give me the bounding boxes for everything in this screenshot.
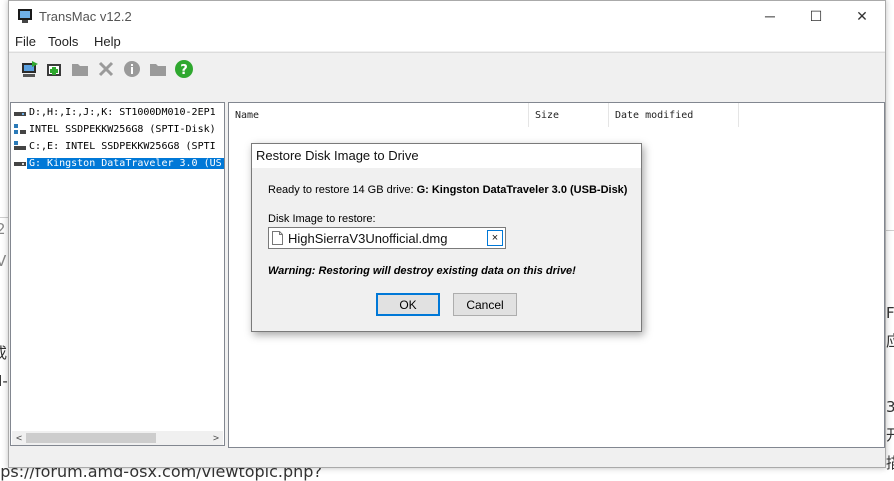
folder-open-icon <box>150 64 166 76</box>
info-button[interactable] <box>121 58 143 80</box>
disk-image-filename: HighSierraV3Unofficial.dmg <box>288 231 448 246</box>
clear-icon: × <box>491 232 499 244</box>
warning-message: Warning: Restoring will destroy existing… <box>268 265 576 277</box>
ready-message: Ready to restore 14 GB drive: G: Kingsto… <box>268 184 627 196</box>
restore-dialog: Restore Disk Image to Drive Ready to res… <box>251 143 642 332</box>
partition-icon <box>14 124 26 134</box>
help-button[interactable]: ? <box>173 58 195 80</box>
maximize-button[interactable]: ☐ <box>793 1 839 31</box>
drive-item-selected[interactable]: G: Kingston DataTraveler 3.0 (US <box>13 155 224 171</box>
menu-tools[interactable]: Tools <box>48 34 78 49</box>
refresh-drives-icon <box>22 61 38 77</box>
drive-item[interactable]: INTEL SSDPEKKW256G8 (SPTI-Disk) <box>13 121 224 137</box>
add-folder-icon <box>47 64 61 76</box>
background-text: 或 <box>0 342 7 363</box>
menu-file[interactable]: File <box>15 34 36 49</box>
maximize-icon: ☐ <box>809 7 823 24</box>
file-icon <box>272 231 283 245</box>
background-text: 2 <box>0 220 6 238</box>
transmac-app-icon <box>18 9 32 23</box>
background-text: F <box>886 304 894 322</box>
delete-button[interactable] <box>95 58 117 80</box>
usb-drive-icon <box>14 162 26 166</box>
scrollbar-thumb[interactable] <box>26 433 156 443</box>
background-divider <box>0 217 8 218</box>
background-divider <box>886 230 894 231</box>
drive-label: D:,H:,I:,J:,K: ST1000DM010-2EP1 <box>29 106 216 118</box>
info-icon <box>124 61 140 77</box>
folder-icon <box>72 64 88 76</box>
drive-tree[interactable]: D:,H:,I:,J:,K: ST1000DM010-2EP1 INTEL SS… <box>10 102 225 446</box>
scroll-right-icon[interactable]: > <box>209 431 223 445</box>
close-button[interactable]: ✕ <box>839 1 885 31</box>
ok-button[interactable]: OK <box>376 293 440 316</box>
title-bar[interactable]: TransMac v12.2 ─ ☐ ✕ <box>9 1 885 31</box>
minimize-button[interactable]: ─ <box>747 1 793 31</box>
drive-item[interactable]: D:,H:,I:,J:,K: ST1000DM010-2EP1 <box>13 104 224 120</box>
menu-bar: File Tools Help <box>9 31 885 51</box>
close-icon: ✕ <box>856 7 868 24</box>
cancel-button[interactable]: Cancel <box>453 293 517 316</box>
background-text: 3 <box>886 398 894 416</box>
drive-label: G: Kingston DataTraveler 3.0 (US <box>27 157 224 169</box>
horizontal-scrollbar[interactable]: < > <box>12 431 223 445</box>
hard-drive-icon <box>14 141 26 150</box>
add-folder-button[interactable] <box>43 58 65 80</box>
disk-image-field[interactable]: HighSierraV3Unofficial.dmg × <box>268 227 506 249</box>
window-title: TransMac v12.2 <box>39 9 132 24</box>
background-text: V <box>0 252 7 270</box>
open-folder-button[interactable] <box>147 58 169 80</box>
delete-icon <box>98 61 114 77</box>
column-header-date-modified[interactable]: Date modified <box>609 103 739 127</box>
drive-item[interactable]: C:,E: INTEL SSDPEKKW256G8 (SPTI <box>13 138 224 154</box>
background-text: I- <box>0 372 8 390</box>
hard-drive-icon <box>14 112 26 116</box>
dialog-title-bar[interactable]: Restore Disk Image to Drive <box>252 144 641 168</box>
ready-drive-name: G: Kingston DataTraveler 3.0 (USB-Disk) <box>416 184 628 196</box>
minimize-icon: ─ <box>765 8 775 24</box>
dialog-title: Restore Disk Image to Drive <box>256 148 419 163</box>
new-folder-button[interactable] <box>69 58 91 80</box>
refresh-drives-button[interactable] <box>19 58 41 80</box>
column-header-size[interactable]: Size <box>529 103 609 127</box>
svg-text:?: ? <box>180 63 188 78</box>
background-text: 应 <box>886 332 894 350</box>
column-header-name[interactable]: Name <box>229 103 529 127</box>
menu-help[interactable]: Help <box>94 34 121 49</box>
background-text: 开 <box>886 426 894 444</box>
toolbar: ? <box>9 52 885 99</box>
background-text: 描 <box>886 454 894 472</box>
drive-label: C:,E: INTEL SSDPEKKW256G8 (SPTI <box>29 140 216 152</box>
image-label: Disk Image to restore: <box>268 213 376 225</box>
drive-label: INTEL SSDPEKKW256G8 (SPTI-Disk) <box>29 123 216 135</box>
clear-image-button[interactable]: × <box>487 230 503 246</box>
ready-prefix: Ready to restore 14 GB drive: <box>268 184 417 196</box>
scroll-left-icon[interactable]: < <box>12 431 26 445</box>
help-icon: ? <box>175 60 193 78</box>
